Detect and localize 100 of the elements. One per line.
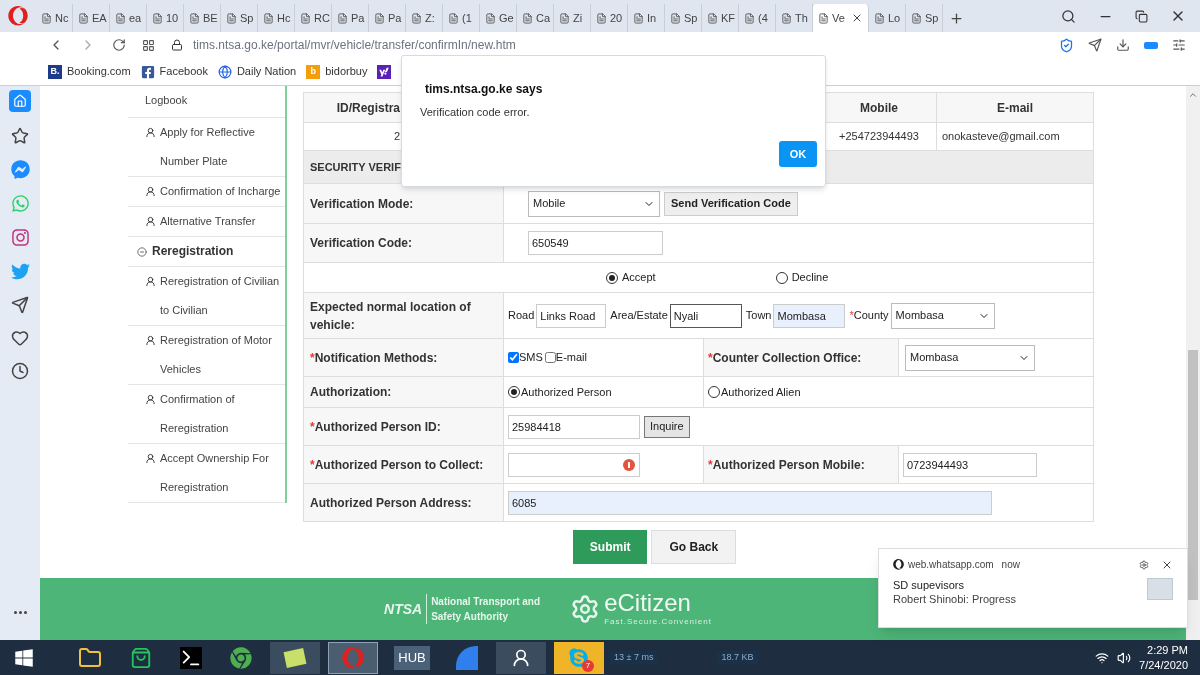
checkbox[interactable] [544,352,556,363]
checkbox-label: SMS [519,350,543,366]
address-url[interactable]: tims.ntsa.go.ke/portal/mvr/vehicle/transfer/confirmIn/new.htm [193,36,516,54]
back-button[interactable]: Go Back [651,530,737,564]
scrollbar[interactable] [1186,86,1200,640]
battery-icon[interactable] [1144,41,1158,49]
instagram-icon[interactable] [10,228,30,247]
field-label: Verification Code: [310,235,413,252]
send-code-button[interactable]: Send Verification Code [664,191,798,216]
input-field[interactable]: 6085 [508,490,992,515]
search-icon[interactable] [1061,8,1076,24]
nav-section[interactable]: Reregistration [152,237,234,266]
input-field[interactable]: Links Road [536,303,607,328]
field-label: Authorization: [310,384,392,401]
settings-icon[interactable] [1172,38,1186,52]
folder-icon[interactable] [78,645,102,670]
collapse-icon[interactable] [137,247,147,257]
page-icon [189,12,200,24]
clock-time[interactable]: 2:29 PM [1147,642,1188,658]
field-label: *Authorized Person Mobile: [708,456,865,474]
home-icon[interactable] [9,90,31,112]
dialog-title: tims.ntsa.go.ke says [425,81,544,98]
restore-icon[interactable] [1135,9,1148,23]
input-field[interactable]: 0723944493 [903,452,1037,477]
page-icon [41,12,52,24]
checkbox[interactable] [508,352,519,363]
nav-link[interactable]: Confirmation of Incharge [160,177,285,206]
bookmark[interactable]: Daily Nation [217,63,297,80]
nav-link[interactable]: Apply for Reflective Number Plate [160,118,285,176]
shield-icon[interactable] [1059,37,1074,53]
radio-label: Authorized Alien [721,384,801,400]
star-icon[interactable] [11,127,29,145]
opera-logo-icon[interactable] [8,6,28,26]
toast-message: Robert Shinobi: Progress [893,592,1016,606]
field-label: *Authorized Person ID: [310,418,441,436]
send-icon[interactable] [1088,38,1102,52]
radio-button[interactable] [606,271,618,284]
opera-taskbar-icon[interactable] [328,641,378,674]
store-icon[interactable] [130,646,152,669]
nav-link[interactable]: Logbook [145,86,188,117]
traffic-reading: 18.7 KB [717,650,758,665]
inquire-button[interactable]: Inquire [644,415,690,438]
clock-date[interactable]: 7/24/2020 [1139,657,1188,673]
input-field[interactable]: Nyali [669,303,742,328]
page-icon [818,12,829,24]
download-icon[interactable] [1116,38,1130,52]
select-field[interactable]: Mombasa [905,344,1035,371]
nav-link[interactable]: Confirmation of Reregistration [160,385,285,443]
close-tab-icon[interactable] [851,12,863,24]
clock-icon[interactable] [11,362,29,380]
nav-link[interactable]: Reregistration of Motor Vehicles [160,326,285,384]
grid-icon[interactable] [142,38,155,52]
ntsa-logo: NTSA [384,599,423,619]
chrome-icon[interactable] [230,646,252,669]
nav-link[interactable]: Reregistration of Civilian to Civilian [160,267,285,325]
heart-icon[interactable] [11,329,29,347]
volume-icon[interactable] [1117,650,1132,665]
network-icon[interactable] [1095,650,1110,665]
bookmark[interactable]: Facebook [140,63,208,80]
terminal-icon[interactable] [180,646,202,669]
nav-link[interactable]: Accept Ownership For Reregistration [160,444,285,502]
input-field[interactable] [508,452,640,477]
radio-button[interactable] [508,386,520,398]
notes-app-icon[interactable] [270,641,320,674]
select-field[interactable]: Mobile [528,190,660,217]
site-logo: B. [48,64,62,79]
settings-icon[interactable] [1139,559,1149,570]
page-icon [226,12,237,24]
radio-label: Decline [791,270,829,286]
radio-button[interactable] [708,386,720,398]
user-icon [145,127,156,138]
bookmark[interactable]: B. Booking.com [48,63,131,80]
new-tab-icon[interactable] [949,11,964,26]
messenger-icon[interactable] [10,160,30,179]
field-label: *Authorized Person to Collect: [310,456,484,474]
input-field[interactable]: Mombasa [773,303,846,328]
scroll-up-icon[interactable] [1188,90,1198,100]
send-icon[interactable] [11,296,29,314]
people-app-icon[interactable] [496,641,546,674]
fin-app-icon[interactable] [456,645,478,670]
user-icon [145,453,156,464]
page-icon [522,12,533,24]
more-icon[interactable] [13,611,27,614]
browser-tab[interactable]: Ve [813,4,869,32]
radio-button[interactable] [775,271,788,284]
windows-start-icon[interactable] [14,647,34,668]
hub-app-icon[interactable]: HUB [394,645,430,670]
bookmark[interactable] [377,64,392,79]
column-header: E-mail [936,93,1093,122]
bookmark[interactable]: b bidorbuy [306,63,368,80]
reload-icon[interactable] [112,38,126,52]
nav-link[interactable]: Alternative Transfer [160,207,285,236]
select-field[interactable]: Mombasa [890,302,995,329]
input-field[interactable]: 25984418 [508,414,640,439]
radio-label: Authorized Person [521,384,612,400]
page-icon [78,12,89,24]
skype-taskbar-icon[interactable]: 7 [554,641,604,674]
input-field[interactable]: 650549 [528,231,663,255]
submit-button[interactable]: Submit [572,530,648,564]
page-icon [263,12,274,24]
